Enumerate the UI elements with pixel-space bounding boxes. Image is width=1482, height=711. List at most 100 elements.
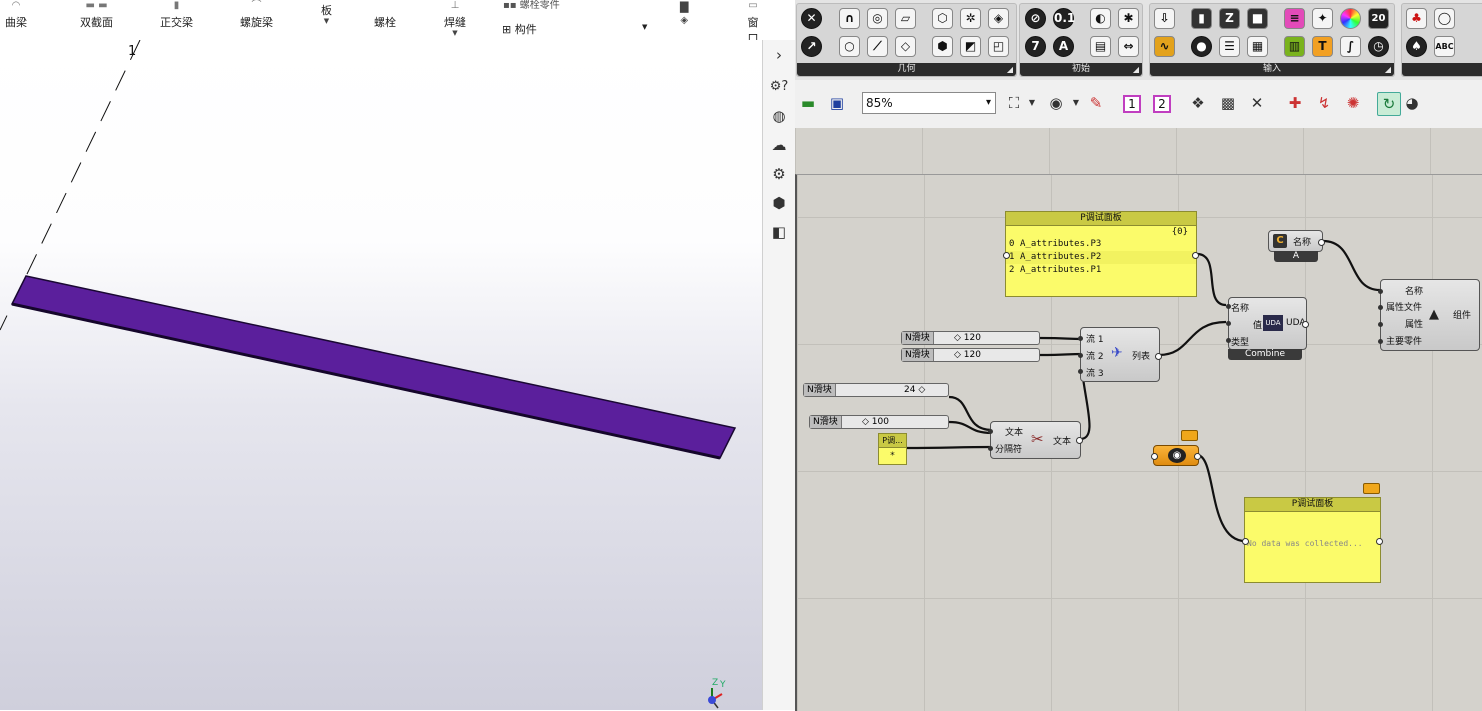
ribbon-bolt-part[interactable]: ▪▪ 螺栓零件 xyxy=(503,0,560,11)
number-slider[interactable]: N滑块 ◇ 120 xyxy=(901,348,1040,362)
domain-icon[interactable]: ▤ xyxy=(1090,36,1111,57)
tree-icon[interactable]: ♠ xyxy=(1406,36,1427,57)
ribbon-view-stack[interactable]: ▇ ◈ xyxy=(680,0,688,26)
circle-icon[interactable]: ○ xyxy=(839,36,860,57)
sketch-pen-icon[interactable]: ✎ xyxy=(1085,92,1107,114)
expand-arrow-icon[interactable]: › xyxy=(763,46,795,64)
wire-bundle-icon[interactable]: ✺ xyxy=(1342,92,1364,114)
display-icon[interactable]: ▩ xyxy=(1217,92,1239,114)
preview-eye-icon[interactable]: ◉ xyxy=(1045,92,1067,114)
number-one-button[interactable]: 1 xyxy=(1123,95,1141,113)
layout-icon[interactable]: ◧ xyxy=(763,223,795,241)
chevron-down-icon[interactable]: ▼ xyxy=(1065,92,1087,114)
list-component[interactable]: 流 1 流 2 流 3 ✈ 列表 xyxy=(1078,327,1162,382)
name-param[interactable]: C 名称 xyxy=(1268,230,1325,252)
ribbon-curved-beam[interactable]: ◠ 曲梁 xyxy=(5,1,27,30)
box-icon[interactable]: ⬡ xyxy=(932,8,953,29)
star-icon[interactable]: ✱ xyxy=(1118,8,1139,29)
ribbon-component[interactable]: ⊞ 构件 ▼ xyxy=(502,21,647,37)
curve-graph-icon[interactable]: ∫ xyxy=(1340,36,1361,57)
z-icon[interactable]: Z xyxy=(1219,8,1240,29)
ribbon-twin-profile[interactable]: ▬ ▬ 双截面 xyxy=(80,1,113,30)
warning-balloon[interactable] xyxy=(1181,430,1198,441)
debug-panel-top[interactable]: P调试面板 {0} 0 A_attributes.P3 1 A_attributes… xyxy=(1003,211,1199,297)
cube-icon[interactable]: ◩ xyxy=(960,36,981,57)
preview-param[interactable]: ◉ xyxy=(1151,445,1201,466)
swatch-icon[interactable]: ✦ xyxy=(1312,8,1333,29)
input-grip[interactable] xyxy=(1226,338,1231,343)
debug-panel-bottom[interactable]: P调试面板 No data was collected... xyxy=(1242,497,1383,583)
open-folder-icon[interactable]: ▬ xyxy=(797,92,819,114)
slider-value[interactable]: 24 ◇ xyxy=(904,384,925,396)
input-grip[interactable] xyxy=(1226,321,1231,326)
input-grip[interactable] xyxy=(1378,322,1383,327)
warning-balloon[interactable] xyxy=(1363,483,1380,494)
arrow-icon[interactable]: ↗ xyxy=(801,36,822,57)
text-icon[interactable]: A xyxy=(1053,36,1074,57)
input-grip[interactable] xyxy=(1242,538,1249,545)
input-grip[interactable] xyxy=(1078,353,1083,358)
cross-wire-icon[interactable]: ✕ xyxy=(1246,92,1268,114)
curve-icon[interactable]: ∩ xyxy=(839,8,860,29)
color-wheel-icon[interactable] xyxy=(1340,8,1361,29)
ribbon-spiral-beam[interactable]: ⌒ 螺旋梁 xyxy=(240,1,273,30)
clock-icon[interactable]: ◷ xyxy=(1368,36,1389,57)
model-viewport[interactable]: 1 Z Y xyxy=(0,40,762,710)
wireframe-icon[interactable]: ◰ xyxy=(988,36,1009,57)
line-icon[interactable]: ⟋ xyxy=(867,36,888,57)
input-grip[interactable] xyxy=(1078,369,1083,374)
point-cloud-icon[interactable]: ◈ xyxy=(988,8,1009,29)
input-grip[interactable] xyxy=(1378,305,1383,310)
text-join-component[interactable]: 文本 分隔符 ✂ 文本 xyxy=(988,421,1083,459)
surface-icon[interactable]: ▱ xyxy=(895,8,916,29)
input-grip[interactable] xyxy=(1003,252,1010,259)
calendar-icon[interactable]: 20 xyxy=(1368,8,1389,29)
uda-combine-component[interactable]: 名称 值 类型 UDA UDA xyxy=(1226,297,1309,350)
debug-panel-small[interactable]: P调... * xyxy=(878,433,907,465)
wire-random-icon[interactable]: ↯ xyxy=(1313,92,1335,114)
null-icon[interactable]: ⊘ xyxy=(1025,8,1046,29)
input-grip[interactable] xyxy=(988,429,993,434)
number-slider[interactable]: N滑块 ◇ 120 xyxy=(901,331,1040,345)
output-grip[interactable] xyxy=(1155,353,1162,360)
gear-icon[interactable]: ⚙ xyxy=(763,165,795,183)
input-grip[interactable] xyxy=(1378,289,1383,294)
color-icon[interactable]: ◐ xyxy=(1090,8,1111,29)
close-icon[interactable]: ✕ xyxy=(801,8,822,29)
input-grip[interactable] xyxy=(988,446,993,451)
number-slider[interactable]: N滑块 ◇ 100 xyxy=(809,415,949,429)
range-icon[interactable]: ⇔ xyxy=(1118,36,1139,57)
slider-icon[interactable]: ≡ xyxy=(1284,8,1305,29)
ribbon-plate[interactable]: 板 ▼ xyxy=(321,2,332,25)
graph-icon[interactable]: ∿ xyxy=(1154,36,1175,57)
download-icon[interactable]: ⇩ xyxy=(1154,8,1175,29)
slider-value[interactable]: ◇ 100 xyxy=(862,416,889,428)
output-grip[interactable] xyxy=(1302,321,1309,328)
palette-icon[interactable]: ◕ xyxy=(1401,92,1423,114)
save-icon[interactable]: ▣ xyxy=(826,92,848,114)
input-grip[interactable] xyxy=(1226,304,1231,309)
output-grip[interactable] xyxy=(1192,252,1199,259)
ring-icon[interactable]: ◯ xyxy=(1434,8,1455,29)
select-cursor-icon[interactable]: ✚ xyxy=(1284,92,1306,114)
gh-canvas[interactable]: P调试面板 {0} 0 A_attributes.P3 1 A_attributes… xyxy=(795,174,1482,711)
decimal-icon[interactable]: 0.1 xyxy=(1053,8,1075,29)
cube-icon[interactable]: ⬢ xyxy=(763,194,795,212)
stretch-icon[interactable]: T xyxy=(1312,36,1333,57)
output-grip[interactable] xyxy=(1194,453,1201,460)
bake-icon[interactable]: ❖ xyxy=(1187,92,1209,114)
toggle-icon[interactable]: ▮ xyxy=(1191,8,1212,29)
ribbon-orthogonal-beam[interactable]: ▮ 正交梁 xyxy=(160,1,193,30)
button-icon[interactable]: ● xyxy=(1191,36,1212,57)
ribbon-bolt[interactable]: 螺栓 xyxy=(374,14,396,30)
number-icon[interactable]: 7 xyxy=(1025,36,1046,57)
tekla-component-component[interactable]: 名称 属性文件 属性 主要零件 ▲ 组件 xyxy=(1378,279,1480,351)
diamond-icon[interactable]: ◇ xyxy=(895,36,916,57)
cherry-icon[interactable]: ♣ xyxy=(1406,8,1427,29)
ribbon-weld[interactable]: ⊥ 焊缝 ▼ xyxy=(444,1,466,37)
beam-plate[interactable] xyxy=(10,275,737,459)
helix-icon[interactable]: ◎ xyxy=(867,8,888,29)
input-grip[interactable] xyxy=(1151,453,1158,460)
square-icon[interactable]: ■ xyxy=(1247,8,1268,29)
mesh-icon[interactable]: ✲ xyxy=(960,8,981,29)
